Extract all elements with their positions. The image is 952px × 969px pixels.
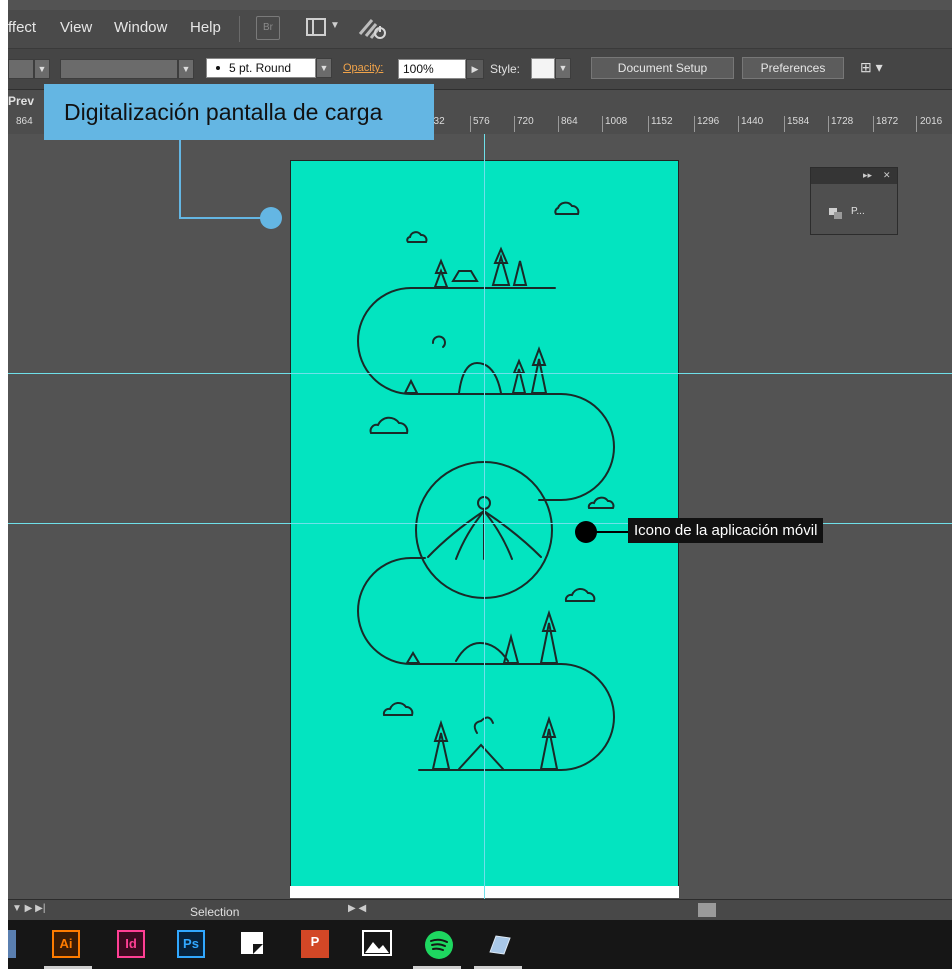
opacity-link[interactable]: Opacity:	[343, 62, 383, 74]
stroke-weight-field[interactable]	[60, 59, 178, 79]
status-arrows-icon[interactable]: ▶ ◀	[348, 903, 366, 914]
annotation-title: Digitalización pantalla de carga	[44, 84, 434, 140]
ruler-tick	[602, 116, 603, 132]
vertical-guide[interactable]	[484, 134, 485, 899]
document-setup-button[interactable]: Document Setup	[591, 57, 734, 79]
chevron-right-icon[interactable]: ▶	[466, 59, 484, 79]
ruler-tick	[514, 116, 515, 132]
annotation-mobile-icon: Icono de la aplicación móvil	[628, 518, 824, 543]
menu-separator	[239, 16, 240, 42]
brush-definition-label: 5 pt. Round	[229, 61, 292, 75]
brush-definition-select[interactable]: 5 pt. Round	[206, 58, 316, 78]
current-tool-label: Selection	[190, 905, 240, 919]
callout-connector	[179, 140, 181, 218]
ruler-label: 1872	[876, 116, 899, 127]
callout-connector-dark	[594, 531, 630, 533]
canvas-area[interactable]	[8, 134, 952, 899]
ruler-tick	[470, 116, 471, 132]
status-bar: ▼ ▶ ▶| Selection ▶ ◀	[8, 899, 952, 921]
opacity-field[interactable]: 100%	[398, 59, 466, 79]
photos-icon[interactable]	[362, 930, 392, 956]
workspace-layout-icon[interactable]	[306, 18, 326, 36]
ruler-label: 2016	[920, 116, 943, 127]
ruler-label: 1296	[697, 116, 720, 127]
ruler-tick	[648, 116, 649, 132]
menu-view[interactable]: View	[60, 19, 92, 36]
spotify-icon[interactable]	[424, 930, 454, 960]
close-icon[interactable]: ✕	[883, 170, 891, 181]
document-tab[interactable]: Prev	[8, 94, 34, 108]
horizontal-scrollbar-thumb[interactable]	[698, 903, 716, 917]
menu-window[interactable]: Window	[114, 19, 167, 36]
ruler-label: 1584	[787, 116, 810, 127]
ruler-label: 864	[561, 116, 578, 127]
style-label: Style:	[490, 62, 521, 76]
preferences-button[interactable]: Preferences	[742, 57, 844, 79]
fill-swatch[interactable]	[8, 59, 34, 79]
ruler-label: 720	[517, 116, 534, 127]
ruler-label: 1440	[741, 116, 764, 127]
ruler-tick	[738, 116, 739, 132]
expand-panel-icon[interactable]: ▸▸	[863, 170, 872, 181]
sticky-notes-icon[interactable]	[239, 930, 265, 956]
panel-item-label[interactable]: P...	[851, 206, 865, 217]
ruler-label: 576	[473, 116, 490, 127]
ruler-label: 864	[16, 116, 33, 127]
chevron-down-icon[interactable]: ▼	[555, 58, 571, 79]
windows-taskbar: Ai Id Ps P	[8, 920, 952, 969]
menu-bar: ffect View Window Help Br ▼	[8, 10, 952, 49]
zoom-dropdown-icon[interactable]: ▼ ▶ ▶|	[12, 903, 45, 914]
ruler-tick	[784, 116, 785, 132]
chevron-down-icon[interactable]: ▼	[316, 58, 332, 78]
ruler-tick	[916, 116, 917, 132]
horizontal-guide[interactable]	[8, 373, 952, 374]
gpu-performance-icon[interactable]	[358, 16, 390, 42]
chevron-down-icon[interactable]: ▼	[34, 59, 50, 79]
illustrator-window: ffect View Window Help Br ▼ ▼ ▼ 5 pt. Ro…	[8, 0, 952, 969]
illustrator-icon[interactable]: Ai	[52, 930, 80, 958]
snipping-tool-icon[interactable]	[484, 930, 514, 960]
graphic-style-swatch[interactable]	[531, 58, 555, 79]
brush-dot-icon	[216, 66, 220, 70]
menu-effect[interactable]: ffect	[8, 19, 36, 36]
ruler-tick	[873, 116, 874, 132]
file-explorer-icon[interactable]	[8, 930, 16, 958]
pathfinder-icon	[829, 208, 842, 219]
callout-connector	[179, 217, 269, 219]
ruler-tick	[558, 116, 559, 132]
ruler-label: 1152	[651, 116, 673, 127]
panel-header[interactable]: ▸▸ ✕	[811, 168, 897, 184]
ruler-label: 1008	[605, 116, 628, 127]
photoshop-icon[interactable]: Ps	[177, 930, 205, 958]
ruler-tick	[694, 116, 695, 132]
chevron-down-icon[interactable]: ▼	[178, 59, 194, 79]
powerpoint-icon[interactable]: P	[301, 930, 329, 958]
menu-help[interactable]: Help	[190, 19, 221, 36]
arrange-documents-icon[interactable]: ⊞ ▾	[860, 59, 883, 76]
chevron-down-icon[interactable]: ▼	[330, 20, 340, 31]
callout-marker	[260, 207, 282, 229]
indesign-icon[interactable]: Id	[117, 930, 145, 958]
bridge-button[interactable]: Br	[256, 16, 280, 40]
collapsed-panel[interactable]: ▸▸ ✕ P...	[810, 167, 898, 235]
ruler-tick	[828, 116, 829, 132]
ruler-label: 1728	[831, 116, 854, 127]
